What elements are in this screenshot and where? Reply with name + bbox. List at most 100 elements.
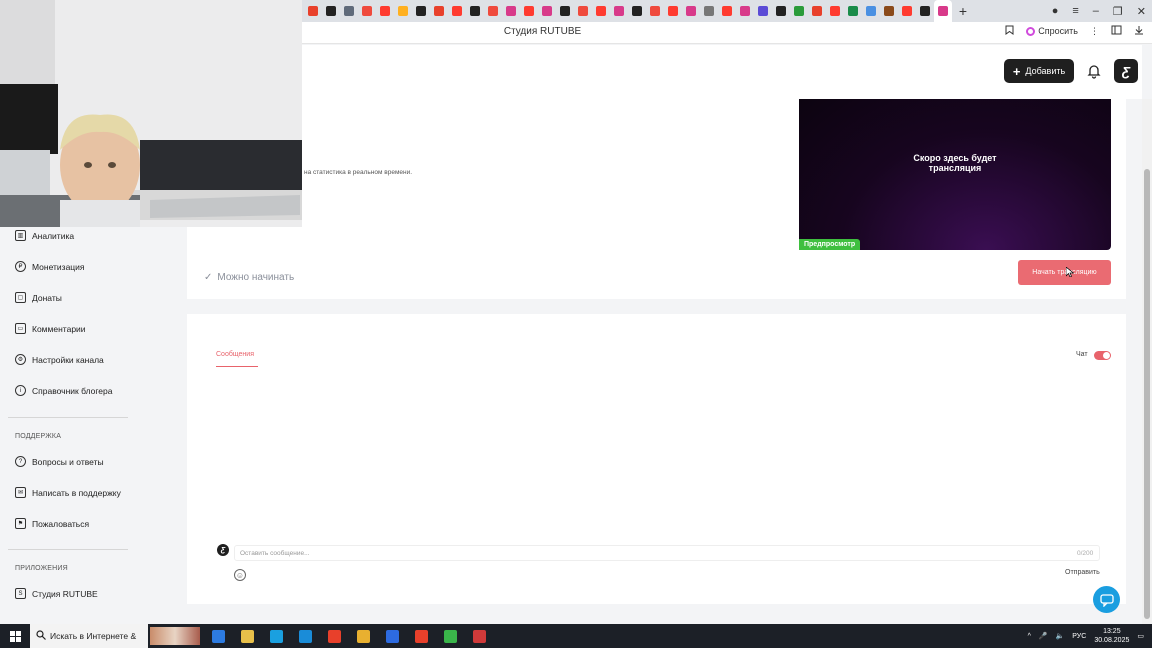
- browser-tab[interactable]: [610, 0, 628, 22]
- help-chat-icon[interactable]: [1093, 586, 1120, 613]
- chat-toggle-label: Чат: [1076, 351, 1088, 358]
- new-tab-button[interactable]: +: [952, 0, 974, 22]
- browser-tab[interactable]: [412, 0, 430, 22]
- volume-icon[interactable]: 🔈: [1056, 632, 1065, 640]
- browser-tab[interactable]: [556, 0, 574, 22]
- gear-icon: ⚙: [15, 354, 26, 365]
- browser-tab[interactable]: [934, 0, 952, 22]
- browser-tab[interactable]: [358, 0, 376, 22]
- tray-chevron-icon[interactable]: ^: [1028, 633, 1031, 640]
- page-scrollbar[interactable]: [1142, 99, 1152, 624]
- tab-favicon-icon: [920, 6, 930, 16]
- more-icon[interactable]: ⋮: [1090, 26, 1099, 37]
- channel-avatar[interactable]: Ƹ: [1114, 59, 1138, 83]
- scrollbar-thumb[interactable]: [1144, 169, 1150, 619]
- browser-tab[interactable]: [340, 0, 358, 22]
- browser-tab[interactable]: [682, 0, 700, 22]
- browser-tab[interactable]: [916, 0, 934, 22]
- taskbar-app-icon[interactable]: [320, 624, 349, 648]
- browser-tab[interactable]: [700, 0, 718, 22]
- browser-tab[interactable]: [592, 0, 610, 22]
- browser-tab[interactable]: [430, 0, 448, 22]
- tab-favicon-icon: [848, 6, 858, 16]
- browser-tab[interactable]: [862, 0, 880, 22]
- tab-favicon-icon: [740, 6, 750, 16]
- browser-tab[interactable]: [484, 0, 502, 22]
- check-icon: ✓: [204, 272, 213, 283]
- browser-tab[interactable]: [898, 0, 916, 22]
- sidebar-item-monetization[interactable]: ₽ Монетизация: [15, 261, 85, 272]
- browser-tab[interactable]: [736, 0, 754, 22]
- add-button[interactable]: + Добавить: [1004, 59, 1074, 83]
- send-button[interactable]: Отправить: [1065, 569, 1100, 576]
- browser-tab[interactable]: [376, 0, 394, 22]
- menu-icon[interactable]: ≡: [1072, 5, 1078, 17]
- message-input[interactable]: Оставить сообщение...: [234, 545, 1100, 561]
- emoji-icon[interactable]: ☺: [234, 569, 246, 581]
- browser-tab[interactable]: [754, 0, 772, 22]
- microphone-icon[interactable]: 🎤: [1039, 632, 1048, 640]
- browser-tab[interactable]: [394, 0, 412, 22]
- browser-tab[interactable]: [880, 0, 898, 22]
- taskbar-app-icon[interactable]: [465, 624, 494, 648]
- browser-tab[interactable]: [844, 0, 862, 22]
- bookmark-icon[interactable]: [1005, 25, 1014, 37]
- taskbar-app-icon[interactable]: [378, 624, 407, 648]
- sidebar-item-report[interactable]: ⚑ Пожаловаться: [15, 518, 89, 529]
- browser-tab[interactable]: [304, 0, 322, 22]
- bell-icon[interactable]: [1086, 63, 1102, 79]
- sidebar-item-faq[interactable]: ? Вопросы и ответы: [15, 456, 104, 467]
- taskbar-app-icon[interactable]: [204, 624, 233, 648]
- browser-tab[interactable]: [574, 0, 592, 22]
- minimize-icon[interactable]: –: [1093, 5, 1099, 17]
- browser-tab[interactable]: [520, 0, 538, 22]
- sidebar-item-contact-support[interactable]: ✉ Написать в поддержку: [15, 487, 121, 498]
- taskbar-app-icon[interactable]: [407, 624, 436, 648]
- stats-description: на статистика в реальном времени.: [304, 169, 413, 176]
- tab-favicon-icon: [794, 6, 804, 16]
- browser-tab[interactable]: [628, 0, 646, 22]
- tab-messages[interactable]: Сообщения: [216, 351, 254, 358]
- restore-icon[interactable]: ❐: [1113, 5, 1123, 18]
- profile-icon[interactable]: ●: [1052, 5, 1059, 17]
- sidebar-item-analytics[interactable]: ▥ Аналитика: [15, 230, 74, 241]
- sidebar-item-donations[interactable]: ▢ Донаты: [15, 292, 62, 303]
- sidebar-item-blogger-guide[interactable]: i Справочник блогера: [15, 385, 112, 396]
- tab-favicon-icon: [362, 6, 372, 16]
- close-icon[interactable]: ✕: [1137, 5, 1146, 18]
- browser-tab[interactable]: [502, 0, 520, 22]
- notifications-icon[interactable]: ▭: [1137, 632, 1144, 640]
- browser-tab[interactable]: [664, 0, 682, 22]
- taskbar-app-icon[interactable]: [349, 624, 378, 648]
- taskbar-app-icon[interactable]: [436, 624, 465, 648]
- tab-favicon-icon: [596, 6, 606, 16]
- sidebar-item-comments[interactable]: ▭ Комментарии: [15, 323, 86, 334]
- browser-tab[interactable]: [808, 0, 826, 22]
- extensions-icon[interactable]: [1111, 25, 1122, 37]
- browser-tab[interactable]: [322, 0, 340, 22]
- ask-button[interactable]: Спросить: [1026, 26, 1078, 36]
- chat-toggle[interactable]: [1094, 351, 1111, 360]
- sidebar-item-studio-app[interactable]: S Студия RUTUBE: [15, 588, 98, 599]
- browser-tab[interactable]: [772, 0, 790, 22]
- taskbar-app-icon[interactable]: [291, 624, 320, 648]
- sidebar-item-channel-settings[interactable]: ⚙ Настройки канала: [15, 354, 104, 365]
- language-indicator[interactable]: РУС: [1072, 633, 1086, 640]
- browser-tab[interactable]: [826, 0, 844, 22]
- browser-tab[interactable]: [448, 0, 466, 22]
- browser-tab[interactable]: [646, 0, 664, 22]
- windows-start-icon[interactable]: [0, 630, 30, 642]
- clock[interactable]: 13:25 30.08.2025: [1094, 627, 1129, 645]
- browser-tab[interactable]: [466, 0, 484, 22]
- taskbar-search[interactable]: Искать в Интернете &: [30, 624, 148, 648]
- taskbar-app-icon[interactable]: [233, 624, 262, 648]
- taskbar-app-icon[interactable]: [262, 624, 291, 648]
- browser-tab[interactable]: [790, 0, 808, 22]
- download-icon[interactable]: [1134, 25, 1144, 37]
- sidebar-divider: [8, 549, 128, 550]
- tab-favicon-icon: [344, 6, 354, 16]
- start-stream-button[interactable]: Начать трансляцию: [1018, 260, 1111, 285]
- browser-tab[interactable]: [718, 0, 736, 22]
- app-glyph-icon: [212, 629, 225, 643]
- browser-tab[interactable]: [538, 0, 556, 22]
